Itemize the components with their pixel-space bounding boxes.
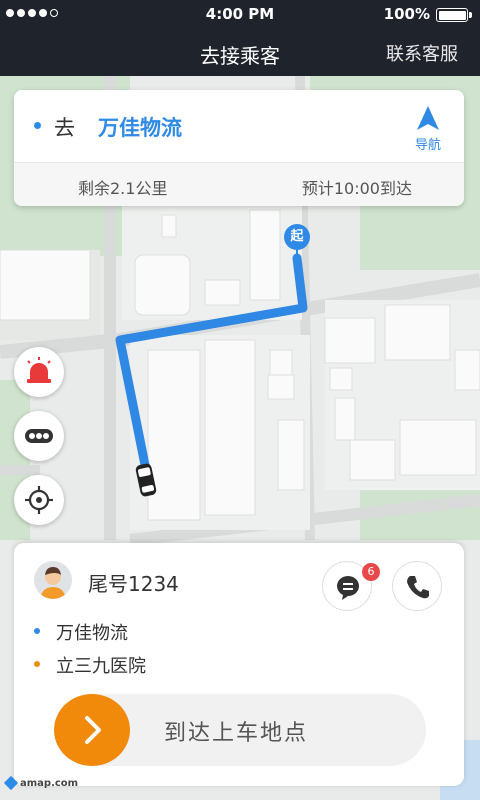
amap-logo-icon [3, 775, 19, 791]
battery-percent: 100% [383, 5, 430, 23]
estimated-arrival: 预计10:00到达 [301, 179, 412, 198]
arrive-pickup-slider[interactable]: 到达上车地点 [54, 694, 426, 766]
nav-bar: 去接乘客 联系客服 [0, 28, 480, 76]
pickup-start-marker: 起 [284, 224, 310, 268]
phone-icon [407, 576, 429, 599]
destination-name: 万佳物流 [98, 116, 182, 140]
contact-support-button[interactable]: 联系客服 [386, 40, 458, 66]
slider-handle[interactable] [54, 694, 130, 766]
destination-prefix: 去 [54, 116, 75, 140]
destination-card: 去 万佳物流 导航 剩余2.1公里 预计10:00到达 [14, 90, 464, 206]
more-dots-icon [25, 429, 53, 443]
siren-icon [27, 357, 51, 383]
remaining-distance: 剩余2.1公里 [78, 179, 168, 198]
call-button[interactable] [392, 561, 442, 611]
slider-label: 到达上车地点 [164, 721, 309, 746]
status-bar: 4:00 PM 100% [0, 0, 480, 28]
locate-button[interactable] [14, 475, 64, 525]
chevron-right-icon [85, 716, 101, 744]
unread-badge: 6 [362, 563, 380, 581]
pickup-text: 万佳物流 [56, 623, 128, 644]
start-marker-label: 起 [284, 224, 310, 250]
navigate-label: 导航 [414, 138, 441, 153]
avatar-icon [40, 567, 66, 599]
alarm-button[interactable] [14, 347, 64, 397]
dropoff-text: 立三九医院 [56, 656, 146, 677]
navigate-button[interactable]: 导航 [408, 104, 448, 153]
map-logo-text: amap.com [20, 778, 79, 789]
destination-header: 去 万佳物流 导航 [14, 90, 464, 162]
destination-dot [34, 122, 41, 129]
map-logo: amap.com [3, 775, 79, 791]
passenger-card: 尾号1234 6 万佳物流 立三九医院 到达上车地点 [14, 543, 464, 786]
passenger-name: 尾号1234 [88, 572, 179, 596]
navigation-arrow-icon [417, 106, 439, 130]
battery-icon [436, 8, 472, 22]
more-button[interactable] [14, 411, 64, 461]
trip-info-bar: 剩余2.1公里 预计10:00到达 [14, 162, 464, 206]
pickup-dot [34, 628, 40, 634]
passenger-avatar [34, 561, 72, 599]
dropoff-dot [34, 661, 40, 667]
locate-icon [25, 486, 53, 514]
